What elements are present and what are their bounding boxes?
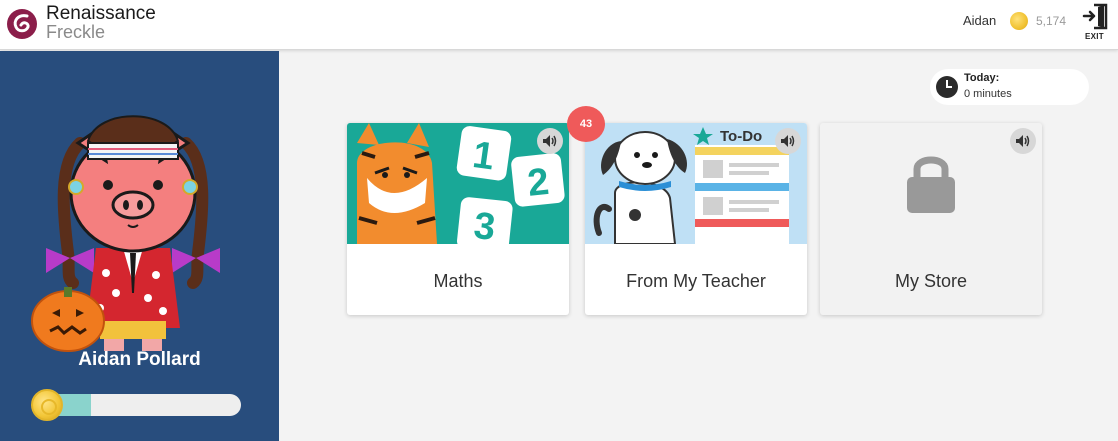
maths-card-title: Maths — [433, 271, 483, 291]
maths-card[interactable]: 1 2 3 Maths — [347, 123, 569, 315]
todo-heading: To-Do — [720, 128, 762, 145]
today-minutes: 0 minutes — [964, 88, 1012, 100]
store-sound-button[interactable] — [1010, 128, 1036, 154]
tile-number-2: 2 — [525, 161, 550, 205]
exit-label: EXIT — [1085, 32, 1104, 41]
exit-button[interactable]: EXIT — [1080, 0, 1112, 48]
speaker-icon — [543, 135, 557, 147]
today-timer: Today: 0 minutes — [930, 69, 1089, 105]
teacher-sound-button[interactable] — [775, 128, 801, 154]
brand-line2: Freckle — [46, 22, 106, 42]
my-store-card[interactable]: My Store — [820, 123, 1042, 315]
lock-icon — [907, 156, 955, 213]
store-card-title: My Store — [894, 271, 968, 291]
maths-sound-button[interactable] — [537, 128, 563, 154]
freckle-logo-icon — [7, 9, 37, 39]
coin-progress-bar — [33, 394, 241, 416]
teacher-card-title: From My Teacher — [626, 271, 766, 291]
teacher-dog-image: To-Do — [585, 123, 807, 244]
speaker-icon — [1016, 135, 1030, 147]
student-avatar[interactable] — [28, 83, 238, 353]
header-user-name: Aidan — [963, 13, 997, 28]
coin-icon — [1010, 12, 1028, 30]
tile-number-3: 3 — [472, 205, 497, 244]
assignment-count-badge: 43 — [567, 106, 605, 142]
top-bar: Renaissance Freckle Aidan 5,174 EXIT — [0, 0, 1118, 50]
from-my-teacher-card[interactable]: To-Do From My Teacher — [585, 123, 807, 315]
clock-icon — [936, 76, 958, 98]
coin-count: 5,174 — [1036, 14, 1067, 28]
today-label: Today: — [964, 72, 1000, 84]
exit-door-icon — [1082, 3, 1108, 30]
brand-line1: Renaissance — [46, 3, 156, 24]
student-name: Aidan Pollard — [78, 349, 201, 370]
brand-name: Renaissance Freckle — [46, 4, 156, 42]
sidebar: Aidan Pollard — [0, 51, 279, 441]
progress-coin-icon — [31, 389, 63, 421]
speaker-icon — [781, 135, 795, 147]
maths-tiger-image: 1 2 3 — [347, 123, 569, 244]
